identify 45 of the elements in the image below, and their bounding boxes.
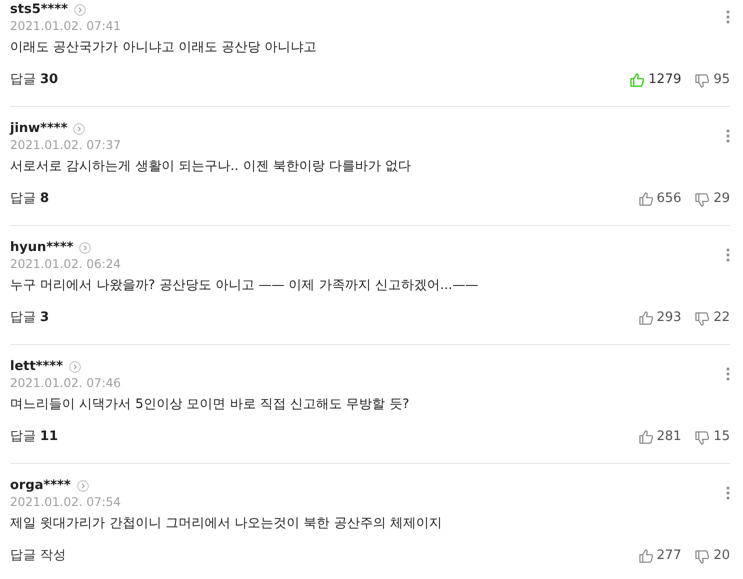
thumbs-down-icon: [695, 192, 710, 206]
reply-button[interactable]: 답글 3: [10, 308, 50, 328]
chevron-right-icon[interactable]: [74, 4, 86, 16]
username[interactable]: hyun****: [10, 238, 74, 258]
username[interactable]: orga****: [10, 476, 71, 496]
comment-date: 2021.01.02. 07:54: [10, 495, 122, 510]
dislike-button[interactable]: 15: [695, 427, 730, 447]
thumbs-down-icon: [695, 548, 710, 564]
comment-text: 이래도 공산국가가 아니냐고 이래도 공산당 아니냐고: [10, 39, 318, 57]
thumbs-down-icon: [695, 72, 710, 88]
reply-button[interactable]: 답글 작성: [10, 546, 66, 566]
chevron-right-icon[interactable]: [68, 361, 81, 373]
like-button[interactable]: 281: [638, 427, 682, 447]
comment-text: 며느리들이 시댁가서 5인이상 모이면 바로 직접 신고해도 무방할 듯?: [10, 396, 410, 414]
more-options-icon[interactable]: [726, 486, 730, 500]
comment-text: 누구 머리에서 나왔을까? 공산당도 아니고 —— 이제 가족까지 신고하겠어...——: [10, 277, 480, 295]
like-button[interactable]: 1279: [630, 70, 682, 90]
dislike-button[interactable]: 29: [695, 189, 730, 209]
username[interactable]: lett****: [10, 357, 63, 377]
comment-date: 2021.01.02. 07:41: [10, 19, 122, 34]
like-button[interactable]: 293: [638, 308, 682, 328]
chevron-right-icon[interactable]: [79, 242, 92, 254]
reply-button[interactable]: 답글 11: [10, 427, 58, 447]
comment-date: 2021.01.02. 07:37: [10, 138, 122, 153]
reply-button[interactable]: 답글 30: [10, 70, 58, 90]
more-options-icon[interactable]: [726, 367, 730, 381]
like-button[interactable]: 656: [638, 189, 682, 209]
reply-button[interactable]: 답글 8: [10, 189, 50, 209]
chevron-right-icon[interactable]: [76, 480, 89, 492]
comment-date: 2021.01.02. 07:46: [10, 376, 122, 391]
username[interactable]: jinw****: [10, 119, 68, 139]
username[interactable]: sts5****: [10, 0, 68, 20]
dislike-button[interactable]: 95: [695, 70, 730, 90]
comment-text: 서로서로 감시하는게 생활이 되는구나.. 이젠 북한이랑 다를바가 없다: [10, 158, 412, 176]
more-options-icon[interactable]: [726, 129, 730, 143]
chevron-right-icon[interactable]: [73, 123, 86, 135]
like-button[interactable]: 277: [638, 546, 682, 566]
more-options-icon[interactable]: [726, 10, 730, 24]
dislike-button[interactable]: 22: [695, 308, 730, 328]
thumbs-down-icon: [695, 310, 710, 326]
comment-date: 2021.01.02. 06:24: [10, 257, 122, 272]
thumbs-down-icon: [695, 430, 710, 444]
comment-text: 제일 윗대가리가 간첩이니 그머리에서 나오는것이 북한 공산주의 체제이지: [10, 515, 443, 533]
dislike-button[interactable]: 20: [695, 546, 730, 566]
more-options-icon[interactable]: [726, 248, 730, 262]
